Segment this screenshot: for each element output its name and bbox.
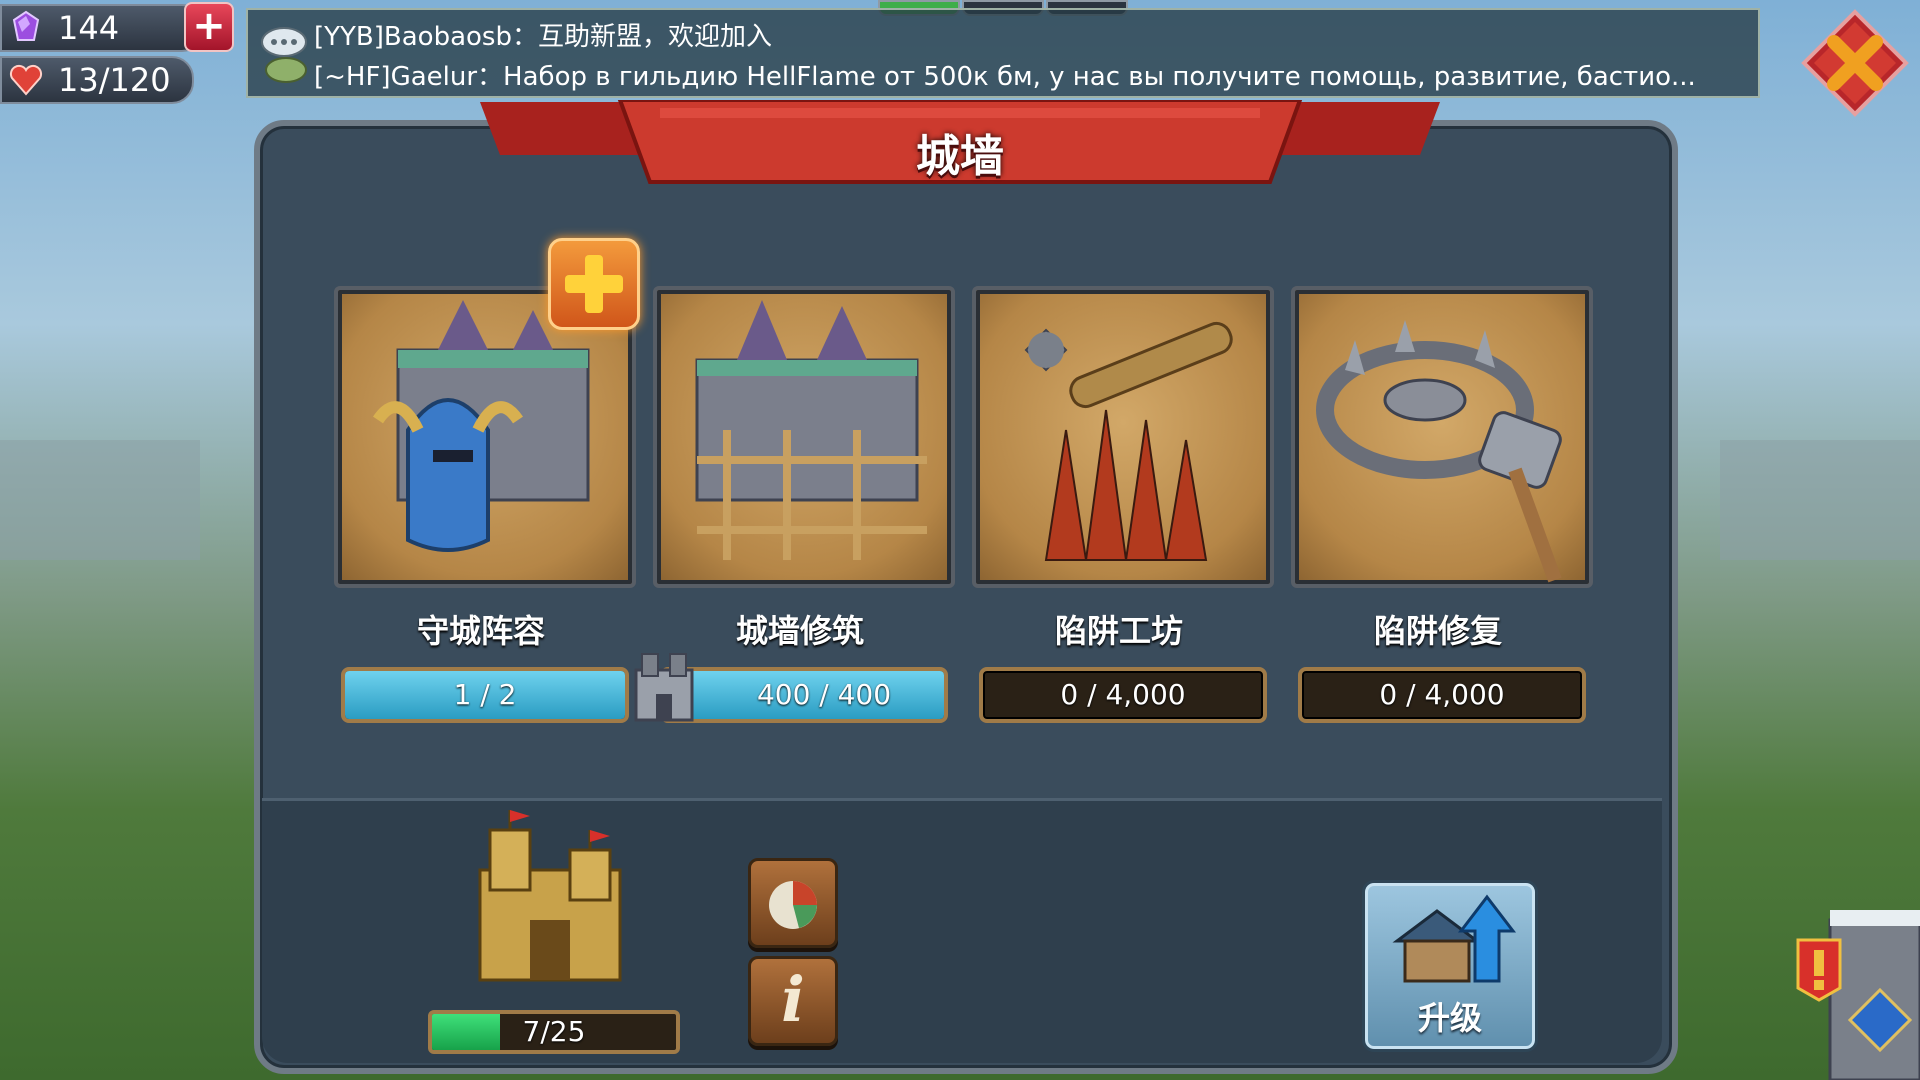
card-label-trap-workshop: 陷阱工坊 (1054, 612, 1183, 650)
buy-gems-button[interactable]: + (184, 2, 234, 52)
progress-trap-workshop: 0 / 4,000 (979, 667, 1267, 723)
chat-ticker[interactable]: [YYB]Baobaosb：互助新盟，欢迎加入 [~HF]Gaelur：Набо… (246, 8, 1760, 98)
close-x-icon[interactable] (1800, 8, 1910, 118)
chat-bubble-icon (261, 27, 307, 83)
stamina-count: 13/120 (58, 61, 171, 99)
level-text: 7/25 (522, 1015, 586, 1048)
heart-icon (9, 64, 43, 96)
upgrade-label: 升级 (1417, 999, 1482, 1037)
card-trap-repair[interactable] (1291, 286, 1593, 588)
wall-tower-icon (634, 653, 694, 722)
card-defense-lineup[interactable] (334, 286, 636, 588)
gem-counter: 144 (0, 4, 204, 52)
progress-text: 400 / 400 (756, 678, 892, 711)
progress-text: 0 / 4,000 (1379, 678, 1505, 711)
card-label-defense-lineup: 守城阵容 (416, 612, 545, 650)
upgrade-house-icon (1392, 894, 1517, 983)
stamina-counter: 13/120 (0, 56, 194, 104)
add-defender-button[interactable] (548, 238, 640, 330)
progress-wall-repair: 400 / 400 (660, 667, 948, 723)
pie-chart-icon (769, 881, 817, 929)
background-ruin-right (1720, 440, 1920, 560)
progress-text: 0 / 4,000 (1060, 678, 1186, 711)
chat-message-2: [~HF]Gaelur：Набор в гильдию HellFlame от… (314, 62, 1696, 92)
castle-building-icon (478, 810, 622, 982)
gem-count: 144 (58, 9, 120, 47)
progress-trap-repair: 0 / 4,000 (1298, 667, 1586, 723)
card-label-trap-repair: 陷阱修复 (1373, 612, 1502, 650)
chat-message-1: [YYB]Baobaosb：互助新盟，欢迎加入 (314, 22, 772, 52)
alert-tower-icon[interactable] (1770, 900, 1920, 1080)
castle-scaffold-icon (695, 300, 927, 560)
spiked-trap-icon (1024, 321, 1233, 561)
gem-icon (12, 10, 40, 41)
info-button[interactable]: i (748, 956, 838, 1046)
progress-defense-lineup: 1 / 2 (341, 667, 629, 723)
card-wall-repair[interactable] (653, 286, 955, 588)
progress-text: 1 / 2 (453, 678, 517, 711)
stats-button[interactable] (748, 858, 838, 948)
helmet-castle-icon (373, 300, 590, 552)
panel-title: 城墙 (916, 131, 1004, 182)
upgrade-button[interactable]: 升级 (1362, 880, 1538, 1052)
info-icon: i (781, 963, 805, 1036)
background-ruin-left (0, 440, 200, 560)
bear-trap-hammer-icon (1316, 320, 1562, 583)
building-level-bar: 7/25 (428, 1010, 680, 1054)
card-trap-workshop[interactable] (972, 286, 1274, 588)
